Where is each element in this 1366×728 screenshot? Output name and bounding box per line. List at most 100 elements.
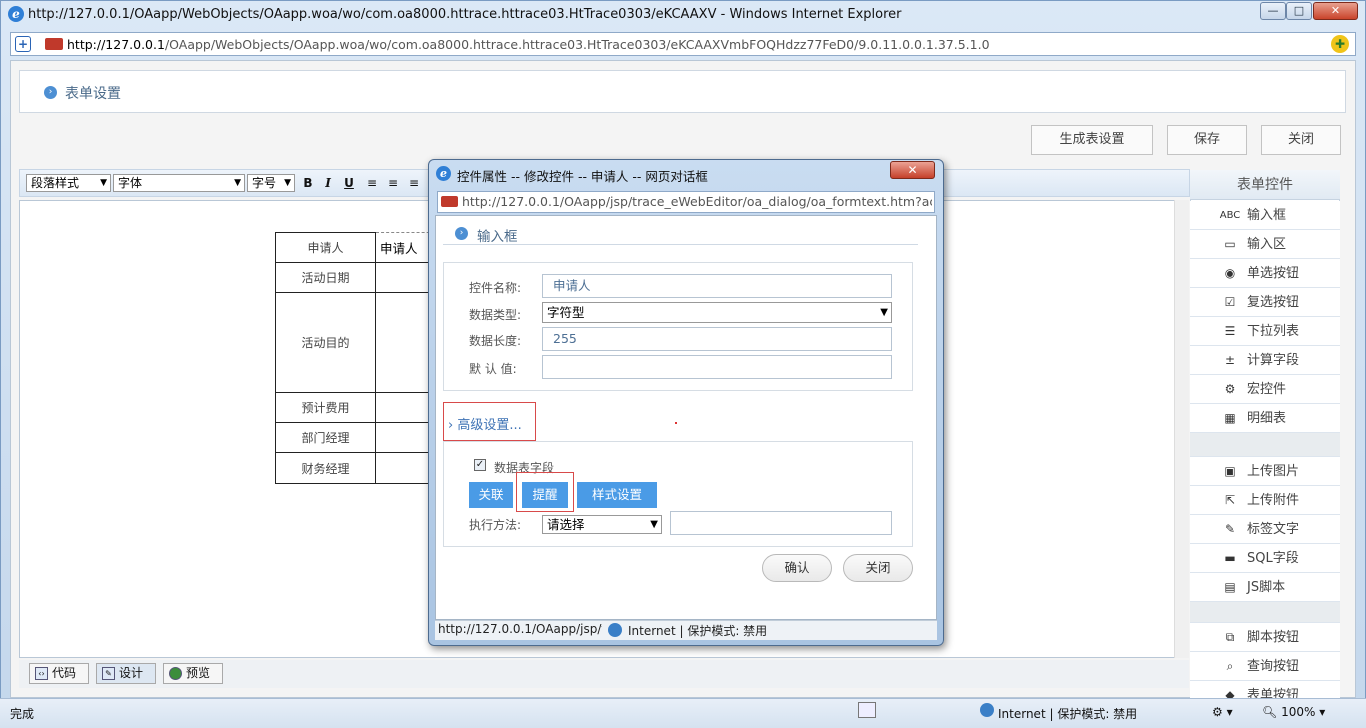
control-label: 单选按钮 (1247, 266, 1300, 281)
save-button[interactable]: 保存 (1167, 125, 1247, 155)
tab-label: 设计 (119, 666, 144, 680)
control-item[interactable]: ± 计算字段 (1190, 346, 1340, 375)
default-value-input[interactable] (542, 355, 892, 379)
underline-button[interactable]: U (341, 175, 357, 191)
tab-label: 预览 (186, 666, 211, 680)
control-icon: ⌕ (1226, 659, 1234, 673)
back-forward-icon[interactable]: + (15, 36, 31, 52)
row-label: 部门经理 (275, 422, 376, 453)
control-name-input[interactable]: 申请人 (542, 274, 892, 298)
control-item[interactable]: ABC 输入框 (1190, 201, 1340, 230)
control-item[interactable]: ▬ SQL字段 (1190, 544, 1340, 573)
control-item[interactable]: ▤ JS脚本 (1190, 573, 1340, 602)
name-label: 控件名称: (469, 281, 522, 295)
control-label: SQL字段 (1247, 551, 1299, 566)
control-item[interactable]: ☑ 复选按钮 (1190, 288, 1340, 317)
remind-button[interactable]: 提醒 (522, 482, 568, 508)
control-label: 脚本按钮 (1247, 630, 1300, 645)
status-text: 完成 (10, 707, 35, 721)
control-label: 下拉列表 (1247, 324, 1300, 339)
font-size-select[interactable]: 字号 ▼ (247, 174, 295, 192)
dialog-section-title: 输入框 (477, 229, 518, 245)
page-title: 表单设置 (65, 86, 121, 102)
dialog-site-icon (441, 196, 458, 207)
control-item[interactable]: ◉ 单选按钮 (1190, 259, 1340, 288)
data-field-checkbox[interactable]: ✓ (474, 459, 486, 471)
link-button[interactable]: 关联 (469, 482, 513, 508)
dialog-cancel-button[interactable]: 关闭 (843, 554, 913, 582)
control-item[interactable]: ⌕ 查询按钮 (1190, 652, 1340, 681)
control-icon: ▭ (1224, 237, 1236, 251)
minimize-button[interactable]: — (1260, 2, 1286, 20)
tab-design[interactable]: ✎ 设计 (96, 663, 156, 684)
security-icon[interactable] (858, 702, 876, 718)
control-item[interactable]: ▭ 输入区 (1190, 230, 1340, 259)
control-icon: ⚙ (1224, 382, 1236, 396)
panel-separator (1190, 433, 1340, 457)
control-icon: ◉ (1224, 266, 1236, 280)
address-text[interactable]: http://127.0.0.1/OAapp/WebObjects/OAapp.… (67, 37, 990, 52)
control-label: 计算字段 (1247, 353, 1300, 368)
align-right-icon[interactable]: ≡ (406, 175, 422, 191)
row-label: 财务经理 (275, 452, 376, 484)
site-icon (45, 38, 63, 50)
close-button[interactable]: 关闭 (1261, 125, 1341, 155)
maximize-button[interactable]: □ (1286, 2, 1312, 20)
control-item[interactable]: ☰ 下拉列表 (1190, 317, 1340, 346)
preview-icon (169, 667, 182, 680)
dialog-ie-icon: e (436, 166, 451, 181)
dialog-zone-text: Internet | 保护模式: 禁用 (628, 624, 768, 638)
generate-table-button[interactable]: 生成表设置 (1031, 125, 1153, 155)
tab-code[interactable]: ‹› 代码 (29, 663, 89, 684)
zoom-value: 100% (1281, 705, 1316, 719)
exec-method-input[interactable] (670, 511, 892, 535)
control-item[interactable]: ⚙ 宏控件 (1190, 375, 1340, 404)
italic-button[interactable]: I (320, 175, 336, 191)
close-window-button[interactable]: ✕ (1313, 2, 1358, 20)
control-label: 标签文字 (1247, 522, 1300, 537)
control-item[interactable]: ✎ 标签文字 (1190, 515, 1340, 544)
marker-dot (675, 422, 677, 424)
control-item[interactable]: ▦ 明细表 (1190, 404, 1340, 433)
control-item[interactable]: ▣ 上传图片 (1190, 457, 1340, 486)
refresh-icon[interactable]: ✚ (1331, 35, 1349, 53)
row-label: 预计费用 (275, 392, 376, 423)
tab-preview[interactable]: 预览 (163, 663, 223, 684)
dialog-title: 控件属性 -- 修改控件 -- 申请人 -- 网页对话框 (457, 169, 708, 184)
font-select[interactable]: 字体 ▼ (113, 174, 245, 192)
window-title: http://127.0.0.1/OAapp/WebObjects/OAapp.… (28, 7, 902, 22)
confirm-button[interactable]: 确认 (762, 554, 832, 582)
tab-label: 代码 (52, 666, 77, 680)
control-icon: ✎ (1224, 522, 1236, 536)
editor-scrollbar[interactable] (1174, 200, 1189, 658)
design-icon: ✎ (102, 667, 115, 680)
control-icon: ⧉ (1225, 630, 1235, 644)
control-icon: ± (1224, 353, 1236, 367)
address-bar[interactable]: + http://127.0.0.1/OAapp/WebObjects/OAap… (10, 32, 1356, 56)
control-icon: ☑ (1224, 295, 1236, 309)
code-icon: ‹› (35, 667, 48, 680)
bold-button[interactable]: B (300, 175, 316, 191)
row-label: 申请人 (275, 232, 376, 263)
zoom-level[interactable]: 🔍︎ 100% ▾ (1262, 705, 1325, 719)
control-item[interactable]: ⧉ 脚本按钮 (1190, 623, 1340, 652)
paragraph-style-select[interactable]: 段落样式 ▼ (26, 174, 111, 192)
length-label: 数据长度: (469, 334, 522, 348)
dialog-close-button[interactable]: ✕ (890, 161, 935, 179)
exec-method-select[interactable]: 请选择 ▼ (542, 515, 662, 534)
control-item[interactable]: ⇱ 上传附件 (1190, 486, 1340, 515)
control-icon: ▦ (1224, 411, 1236, 425)
style-settings-button[interactable]: 样式设置 (577, 482, 657, 508)
data-type-select[interactable]: 字符型 ▼ (542, 302, 892, 323)
align-center-icon[interactable]: ≡ (385, 175, 401, 191)
status-bar (0, 698, 1366, 728)
row-label: 活动日期 (275, 262, 376, 293)
control-icon: ▬ (1224, 551, 1236, 565)
page-header (19, 70, 1346, 113)
data-length-input[interactable]: 255 (542, 327, 892, 351)
tools-icon[interactable]: ⚙ ▾ (1212, 705, 1233, 719)
control-icon: ☰ (1224, 324, 1236, 338)
control-label: 输入框 (1247, 208, 1287, 223)
advanced-settings-link[interactable]: › 高级设置... (448, 414, 522, 433)
align-left-icon[interactable]: ≡ (364, 175, 380, 191)
